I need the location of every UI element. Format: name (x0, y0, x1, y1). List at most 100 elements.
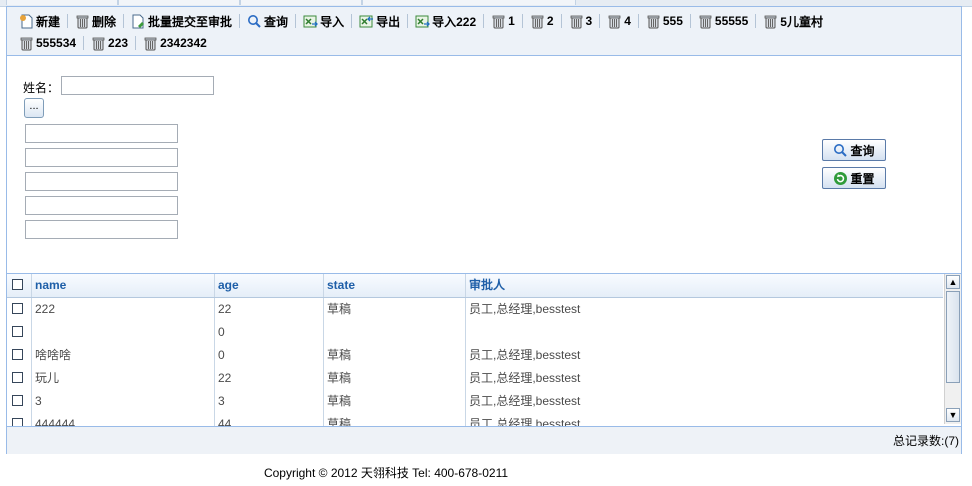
tab[interactable] (240, 0, 362, 5)
trash-icon (763, 14, 778, 29)
text-field-5[interactable] (25, 220, 178, 239)
row-checkbox[interactable] (12, 303, 23, 314)
table-row[interactable]: 444444 44 草稿 员工,总经理,besstest (7, 413, 943, 426)
cell-approver: 员工,总经理,besstest (469, 417, 581, 426)
vertical-scrollbar[interactable]: ▲ ▼ (944, 274, 961, 424)
tab[interactable] (6, 0, 118, 5)
excel-import-icon (415, 14, 431, 29)
column-header-approver[interactable]: 审批人 (466, 274, 943, 297)
refresh-icon (833, 171, 848, 186)
search-button[interactable]: 查询 (822, 139, 886, 161)
scroll-thumb[interactable] (946, 291, 960, 383)
text-field-1[interactable] (25, 124, 178, 143)
tab[interactable] (118, 0, 240, 5)
toolbar-button-8[interactable]: 1 (487, 11, 519, 31)
total-records: 总记录数:(7) (892, 434, 959, 448)
cell-age: 0 (215, 321, 324, 344)
toolbar-separator (123, 14, 125, 28)
toolbar-button-label: 2342342 (160, 36, 207, 50)
toolbar-separator (239, 14, 241, 28)
toolbar-button-13[interactable]: 55555 (694, 11, 752, 31)
toolbar-button-label: 导出 (376, 14, 401, 29)
toolbar-button-6[interactable]: 导出 (355, 11, 404, 31)
toolbar-separator (599, 14, 601, 28)
toolbar-button-label: 导入222 (432, 14, 477, 29)
toolbar-button-2[interactable]: 223 (87, 33, 132, 53)
column-header-age[interactable]: age (215, 274, 324, 297)
toolbar-separator (83, 36, 85, 50)
cell-name (32, 321, 215, 344)
toolbar-separator (689, 14, 691, 28)
toolbar-button-12[interactable]: 555 (642, 11, 687, 31)
trash-icon (569, 14, 584, 29)
search-form: 姓名： ... 查询 重置 (7, 56, 961, 272)
row-checkbox[interactable] (12, 326, 23, 337)
table-row[interactable]: 啥啥啥 0 草稿 员工,总经理,besstest (7, 344, 943, 368)
toolbar-button-1[interactable]: 555534 (15, 33, 80, 53)
table-row[interactable]: 3 3 草稿 员工,总经理,besstest (7, 390, 943, 414)
toolbar-button-1[interactable]: 新建 (15, 11, 64, 31)
text-field-2[interactable] (25, 148, 178, 167)
toolbar-button-4[interactable]: 查询 (243, 11, 292, 31)
scroll-down-arrow-icon[interactable]: ▼ (946, 408, 960, 422)
trash-icon (698, 14, 713, 29)
trash-icon (75, 14, 90, 29)
cell-age: 3 (215, 390, 324, 413)
toolbar-button-2[interactable]: 删除 (71, 11, 120, 31)
toolbar-separator (351, 14, 353, 28)
name-input[interactable] (61, 76, 214, 95)
row-checkbox[interactable] (12, 395, 23, 406)
grid-header: name age state 审批人 (7, 274, 943, 298)
row-select-cell (7, 298, 32, 321)
reset-button[interactable]: 重置 (822, 167, 886, 189)
toolbar-button-label: 导入 (320, 14, 345, 29)
ellipsis-button[interactable]: ... (24, 98, 44, 118)
toolbar-button-5[interactable]: 导入 (299, 11, 348, 31)
main-panel: 新建 删除 批量提交至审批 查询 导入 导出 导入222 1 2 3 4 555 55555 5儿童村 5… (6, 6, 962, 454)
toolbar-separator (521, 14, 523, 28)
toolbar-button-10[interactable]: 3 (565, 11, 597, 31)
cell-state: 草稿 (324, 413, 466, 426)
cell-name: 啥啥啥 (32, 344, 215, 367)
cell-age: 44 (215, 413, 324, 426)
toolbar-button-3[interactable]: 2342342 (139, 33, 211, 53)
scroll-up-arrow-icon[interactable]: ▲ (946, 275, 960, 289)
row-checkbox[interactable] (12, 372, 23, 383)
trash-icon (530, 14, 545, 29)
cell-approver: 员工,总经理,besstest (469, 371, 581, 385)
toolbar: 新建 删除 批量提交至审批 查询 导入 导出 导入222 1 2 3 4 555 55555 5儿童村 5… (7, 7, 961, 56)
tab[interactable] (362, 0, 576, 5)
toolbar-separator (637, 14, 639, 28)
row-checkbox[interactable] (12, 418, 23, 426)
cell-approver (466, 321, 943, 344)
name-label: 姓名： (23, 81, 60, 95)
table-row[interactable]: 222 22 草稿 员工,总经理,besstest (7, 298, 943, 322)
text-field-3[interactable] (25, 172, 178, 191)
excel-export-icon (359, 14, 374, 29)
row-select-cell (7, 367, 32, 390)
column-header-name[interactable]: name (32, 274, 215, 297)
toolbar-separator (295, 14, 297, 28)
table-row[interactable]: 玩儿 22 草稿 员工,总经理,besstest (7, 367, 943, 391)
toolbar-button-9[interactable]: 2 (526, 11, 558, 31)
toolbar-button-label: 3 (585, 14, 593, 28)
cell-name: 3 (32, 390, 215, 413)
column-header-state[interactable]: state (324, 274, 466, 297)
toolbar-button-label: 批量提交至审批 (148, 14, 233, 29)
table-row[interactable]: 0 (7, 321, 943, 345)
cell-age: 0 (215, 344, 324, 367)
toolbar-button-11[interactable]: 4 (603, 11, 635, 31)
toolbar-button-7[interactable]: 导入222 (411, 11, 480, 31)
select-all-checkbox[interactable] (12, 279, 23, 290)
toolbar-button-14[interactable]: 5儿童村 (759, 11, 827, 31)
text-field-4[interactable] (25, 196, 178, 215)
trash-icon (646, 14, 661, 29)
toolbar-button-3[interactable]: 批量提交至审批 (127, 11, 236, 31)
row-checkbox[interactable] (12, 349, 23, 360)
data-grid: name age state 审批人 222 22 草稿 员工,总经理,besstes… (7, 273, 961, 426)
toolbar-separator (755, 14, 757, 28)
cell-name: 444444 (32, 413, 215, 426)
toolbar-separator (483, 14, 485, 28)
toolbar-separator (135, 36, 137, 50)
trash-icon (607, 14, 622, 29)
